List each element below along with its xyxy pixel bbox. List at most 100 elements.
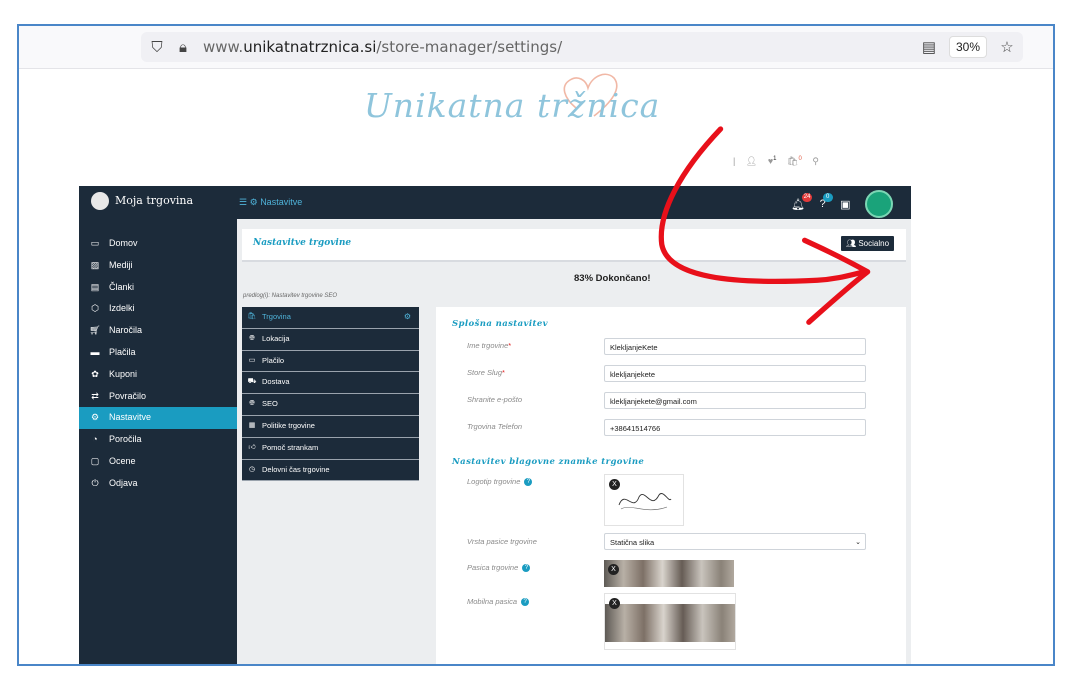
required-mark: * xyxy=(502,368,505,377)
topbar-icons: 🔔︎ 24 ? 0 ▣ xyxy=(781,190,893,218)
tab-politike-trgovine[interactable]: ▦ Politike trgovine xyxy=(242,415,419,438)
sidebar-item-domov[interactable]: ▭ Domov xyxy=(79,233,237,255)
cart-mini-icon[interactable]: 🛍︎0 xyxy=(787,156,802,167)
store-banner-preview[interactable]: X xyxy=(604,560,734,587)
completion-progress: 83% Dokončano! xyxy=(574,273,651,284)
info-icon[interactable]: ? xyxy=(524,478,533,487)
tab-delovni-as-trgovine[interactable]: ◷ Delovni čas trgovine xyxy=(242,459,419,482)
sidebar-item-nastavitve[interactable]: ⚙ Nastavitve xyxy=(79,407,237,430)
sidebar-item-label: Domov xyxy=(109,238,138,248)
sidebar-item-label: Kuponi xyxy=(109,368,138,379)
address-bar[interactable]: ⛉ 🔒︎ www.unikatnatrznica.si/store-manage… xyxy=(141,32,1023,62)
chevron-down-icon: ⌄ xyxy=(855,539,861,546)
banner-type-select[interactable]: Statična slika ⌄ xyxy=(604,533,866,550)
reader-view-icon[interactable]: ▤ xyxy=(921,40,937,56)
store-manager-app: Moja trgovina ☰ ⚙ Nastavitve 🔔︎ 24 ? 0 ▣ ▭… xyxy=(79,186,911,664)
help-icon[interactable]: ? 0 xyxy=(820,193,833,210)
lock-icon: 🔒︎ xyxy=(179,39,187,56)
bookmark-star-icon[interactable]: ☆ xyxy=(999,40,1015,56)
refund-icon: ⇄ xyxy=(91,390,99,401)
mobile-banner-label: Mobilna pasica ? xyxy=(467,597,530,607)
sidebar-item-poro-ila[interactable]: ◔ Poročila xyxy=(79,429,237,451)
sidebar-item-izdelki[interactable]: ⬡ Izdelki xyxy=(79,298,237,320)
tab-trgovina[interactable]: 🛍︎ Trgovina ⚙ xyxy=(242,307,419,329)
sidebar-item-label: Naročila xyxy=(109,325,143,336)
sidebar: ▭ Domov ▨ Mediji ▤ Članki ⬡ Izdelki 🛒︎ Naročila ▬ P… xyxy=(79,219,237,664)
sidebar-item-mediji[interactable]: ▨ Mediji xyxy=(79,255,237,277)
remove-banner-button[interactable]: X xyxy=(608,564,619,575)
thumbs-up-icon: 👍︎ xyxy=(248,443,256,451)
header-mini-icons: | 👤︎ ♥1 🛍︎0 ⚲ xyxy=(733,156,827,167)
users-icon: 👥︎ xyxy=(845,239,857,248)
suggestion-text: predlog(i): Nastavitev trgovine SEO xyxy=(243,293,338,299)
brand-settings-title: Nastavitev blagovne znamke trgovine xyxy=(452,457,645,467)
store-phone-input[interactable]: +38641514766 xyxy=(604,419,866,436)
clock-icon: ◷ xyxy=(248,465,256,473)
avatar[interactable] xyxy=(865,190,893,218)
store-icon[interactable]: ▣ xyxy=(840,198,850,211)
policy-icon: ▦ xyxy=(248,421,256,429)
money-icon: ▭ xyxy=(248,356,256,364)
user-icon[interactable]: 👤︎ xyxy=(746,156,757,167)
remove-mobile-banner-button[interactable]: X xyxy=(609,598,620,609)
logo-label: Logotip trgovine ? xyxy=(467,477,533,487)
search-icon[interactable]: ⚲ xyxy=(812,156,819,167)
lace-logo-image xyxy=(618,493,672,511)
mobile-banner-preview[interactable]: X xyxy=(604,593,736,650)
info-icon[interactable]: ? xyxy=(522,564,531,573)
gift-icon: ✿ xyxy=(91,368,99,379)
store-slug-input[interactable]: klekljanjekete xyxy=(604,365,866,382)
site-logo[interactable]: Unikatna tržnica xyxy=(364,86,660,125)
tab-dostava[interactable]: ⛟ Dostava xyxy=(242,372,419,395)
sidebar-item-naro-ila[interactable]: 🛒︎ Naročila xyxy=(79,320,237,342)
sidebar-item-povra-ilo[interactable]: ⇄ Povračilo xyxy=(79,386,237,408)
wishlist-icon[interactable]: ♥1 xyxy=(768,156,777,166)
store-email-input[interactable]: klekljanjekete@gmail.com xyxy=(604,392,866,409)
tab-label: Pomoč strankam xyxy=(262,442,319,452)
sidebar-item-label: Nastavitve xyxy=(109,412,152,423)
tab-label: SEO xyxy=(262,399,278,409)
shield-icon: ⛉ xyxy=(151,39,163,56)
menu-toggle-icon[interactable]: ☰ xyxy=(239,197,247,207)
sidebar-item-kuponi[interactable]: ✿ Kuponi xyxy=(79,364,237,386)
zoom-level[interactable]: 30% xyxy=(949,36,987,58)
info-icon[interactable]: ? xyxy=(521,598,530,607)
settings-tab-menu: 🛍︎ Trgovina ⚙ 🌐︎ Lokacija ▭ Plačilo ⛟ Dostava 🌐︎ S… xyxy=(242,307,419,482)
store-logo-icon xyxy=(91,192,109,210)
store-name-label: Ime trgovine* xyxy=(467,341,512,350)
settings-header-card: Nastavitve trgovine 👥︎ Socialno xyxy=(242,229,906,262)
tab-seo[interactable]: 🌐︎ SEO xyxy=(242,394,419,416)
breadcrumb: ☰ ⚙ Nastavitve xyxy=(239,197,303,207)
sidebar-item-label: Odjava xyxy=(109,477,138,488)
bag-icon: 🛍︎ xyxy=(247,313,257,320)
notifications-bell-icon[interactable]: 🔔︎ 24 xyxy=(791,192,813,211)
store-name-input[interactable]: KlekljanjeKete xyxy=(604,338,866,355)
gear-icon: ⚙ xyxy=(403,312,411,321)
browser-toolbar: ⛉ 🔒︎ www.unikatnatrznica.si/store-manage… xyxy=(19,26,1053,69)
store-slug-label: Store Slug* xyxy=(467,368,505,377)
url-text: www.unikatnatrznica.si/store-manager/set… xyxy=(203,38,563,56)
sidebar-item-label: Izdelki xyxy=(109,303,135,314)
tab-label: Trgovina xyxy=(262,312,291,321)
sidebar-item-ocene[interactable]: ▢ Ocene xyxy=(79,451,237,473)
sidebar-item-label: Povračilo xyxy=(109,390,147,401)
gear-icon: ⚙ xyxy=(90,412,100,423)
store-phone-label: Trgovina Telefon xyxy=(467,422,523,431)
tab-pomo-strankam[interactable]: 👍︎ Pomoč strankam xyxy=(242,437,419,460)
globe-icon: 🌐︎ xyxy=(249,400,255,408)
required-mark: * xyxy=(508,341,512,350)
tab-pla-ilo[interactable]: ▭ Plačilo xyxy=(242,350,419,373)
mobile-banner-image xyxy=(605,604,735,642)
store-brand[interactable]: Moja trgovina xyxy=(91,192,193,210)
sidebar-item-label: Plačila xyxy=(109,346,136,357)
tab-lokacija[interactable]: 🌐︎ Lokacija xyxy=(242,328,419,351)
power-icon: ⏻ xyxy=(91,477,99,488)
sidebar-item-label: Poročila xyxy=(109,434,142,445)
store-logo-preview[interactable]: X xyxy=(604,474,684,526)
social-button[interactable]: 👥︎ Socialno xyxy=(841,236,894,251)
sidebar-item--lanki[interactable]: ▤ Članki xyxy=(79,277,237,299)
gear-icon: ⚙ xyxy=(249,197,258,207)
tab-label: Plačilo xyxy=(262,355,285,365)
sidebar-item-odjava[interactable]: ⏻ Odjava xyxy=(79,473,237,495)
sidebar-item-pla-ila[interactable]: ▬ Plačila xyxy=(79,342,237,364)
